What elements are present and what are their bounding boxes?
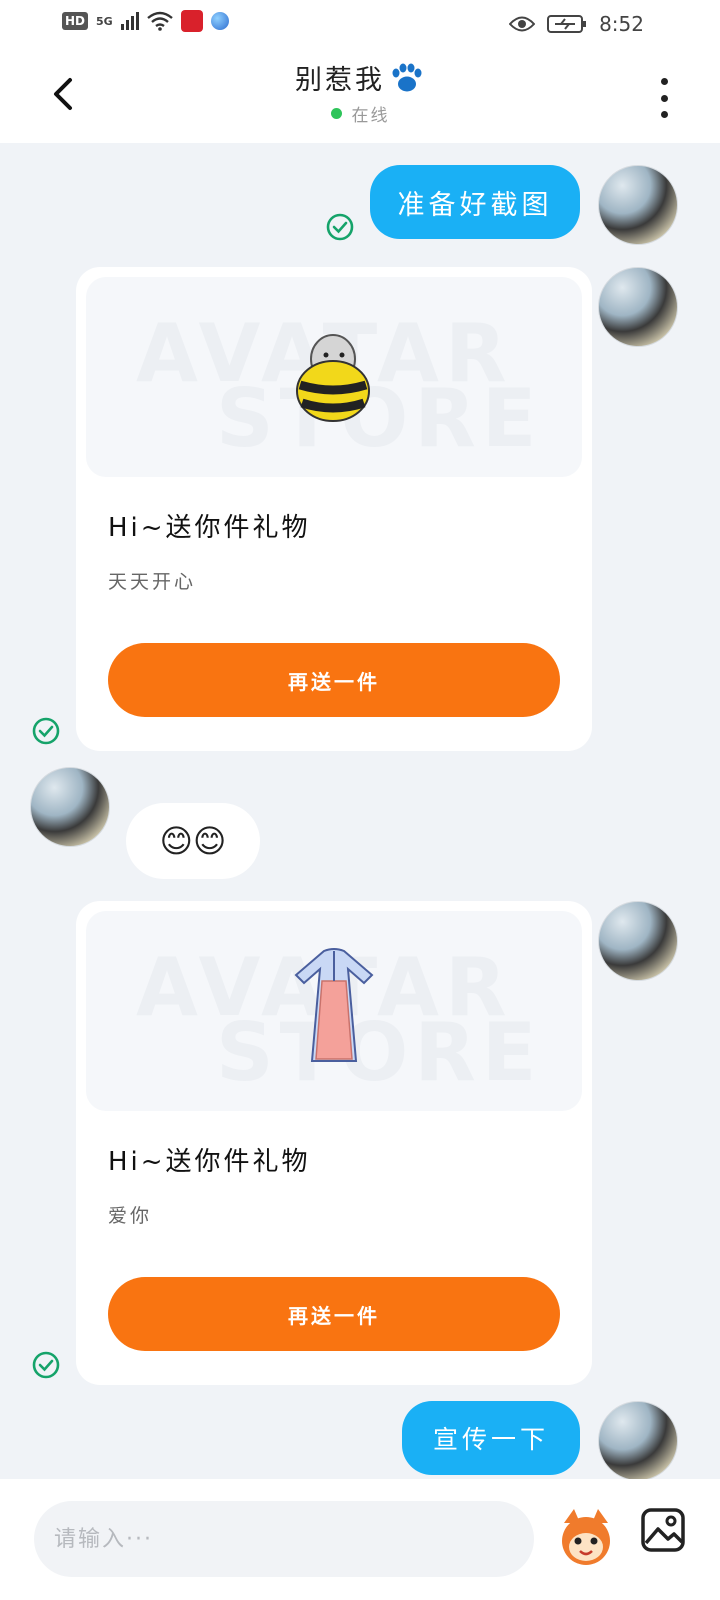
online-status: 在线 — [0, 101, 720, 126]
status-right: 8:52 — [509, 12, 644, 36]
battery-icon — [547, 15, 587, 33]
gift-card: AVATAR STORE Hi~送你件礼物 爱你 再送一件 — [76, 901, 592, 1385]
message-input[interactable] — [34, 1501, 534, 1577]
send-another-button[interactable]: 再送一件 — [108, 1277, 560, 1351]
gift-title: Hi~送你件礼物 — [108, 1147, 311, 1177]
title-row: 别惹我 — [295, 58, 425, 97]
paw-icon — [392, 63, 422, 91]
image-picker-icon[interactable] — [640, 1507, 686, 1553]
contact-avatar[interactable] — [30, 767, 110, 847]
browser-icon — [210, 12, 229, 30]
message-list[interactable]: 准备好截图 AVATAR STORE Hi~送你件礼物 天天开心 再送一件 😊😊 — [0, 143, 720, 1479]
input-bar — [0, 1479, 720, 1600]
status-left: HD 5G — [62, 10, 229, 32]
gift-message: 爱你 — [108, 1205, 153, 1227]
eye-icon — [509, 16, 536, 32]
clock: 8:52 — [599, 12, 644, 36]
send-another-button[interactable]: 再送一件 — [108, 643, 560, 717]
title-block: 别惹我 在线 — [0, 58, 720, 126]
sent-check-icon — [32, 1351, 60, 1379]
gift-image[interactable]: AVATAR STORE — [86, 277, 582, 477]
app-notification-icon — [180, 10, 203, 32]
my-avatar[interactable] — [598, 901, 678, 981]
mascot-emoji-icon[interactable] — [554, 1505, 618, 1569]
online-status-text: 在线 — [351, 106, 390, 126]
more-options-button[interactable] — [654, 78, 674, 118]
received-message-bubble[interactable]: 😊😊 — [126, 803, 260, 879]
gift-image[interactable]: AVATAR STORE — [86, 911, 582, 1111]
gift-card: AVATAR STORE Hi~送你件礼物 天天开心 再送一件 — [76, 267, 592, 751]
contact-name: 别惹我 — [295, 65, 385, 96]
sent-check-icon — [326, 213, 354, 241]
status-bar: HD 5G 8:52 — [0, 0, 720, 48]
sent-check-icon — [32, 717, 60, 745]
my-avatar[interactable] — [598, 165, 678, 245]
hd-badge: HD — [62, 12, 89, 30]
gift-message: 天天开心 — [108, 571, 197, 593]
signal-icon — [120, 12, 139, 30]
chat-header: 别惹我 在线 — [0, 48, 720, 143]
network-type: 5G — [96, 14, 113, 28]
more-vertical-icon — [660, 78, 668, 85]
online-dot — [330, 108, 342, 119]
dress-image — [294, 948, 374, 1062]
gift-title: Hi~送你件礼物 — [108, 513, 311, 543]
my-avatar[interactable] — [598, 1401, 678, 1479]
sent-message-bubble[interactable]: 宣传一下 — [402, 1401, 580, 1475]
sent-message-bubble[interactable]: 准备好截图 — [370, 165, 580, 239]
my-avatar[interactable] — [598, 267, 678, 347]
wifi-icon — [146, 11, 173, 31]
watermark: STORE — [216, 372, 543, 465]
bee-plush-image — [296, 334, 370, 422]
